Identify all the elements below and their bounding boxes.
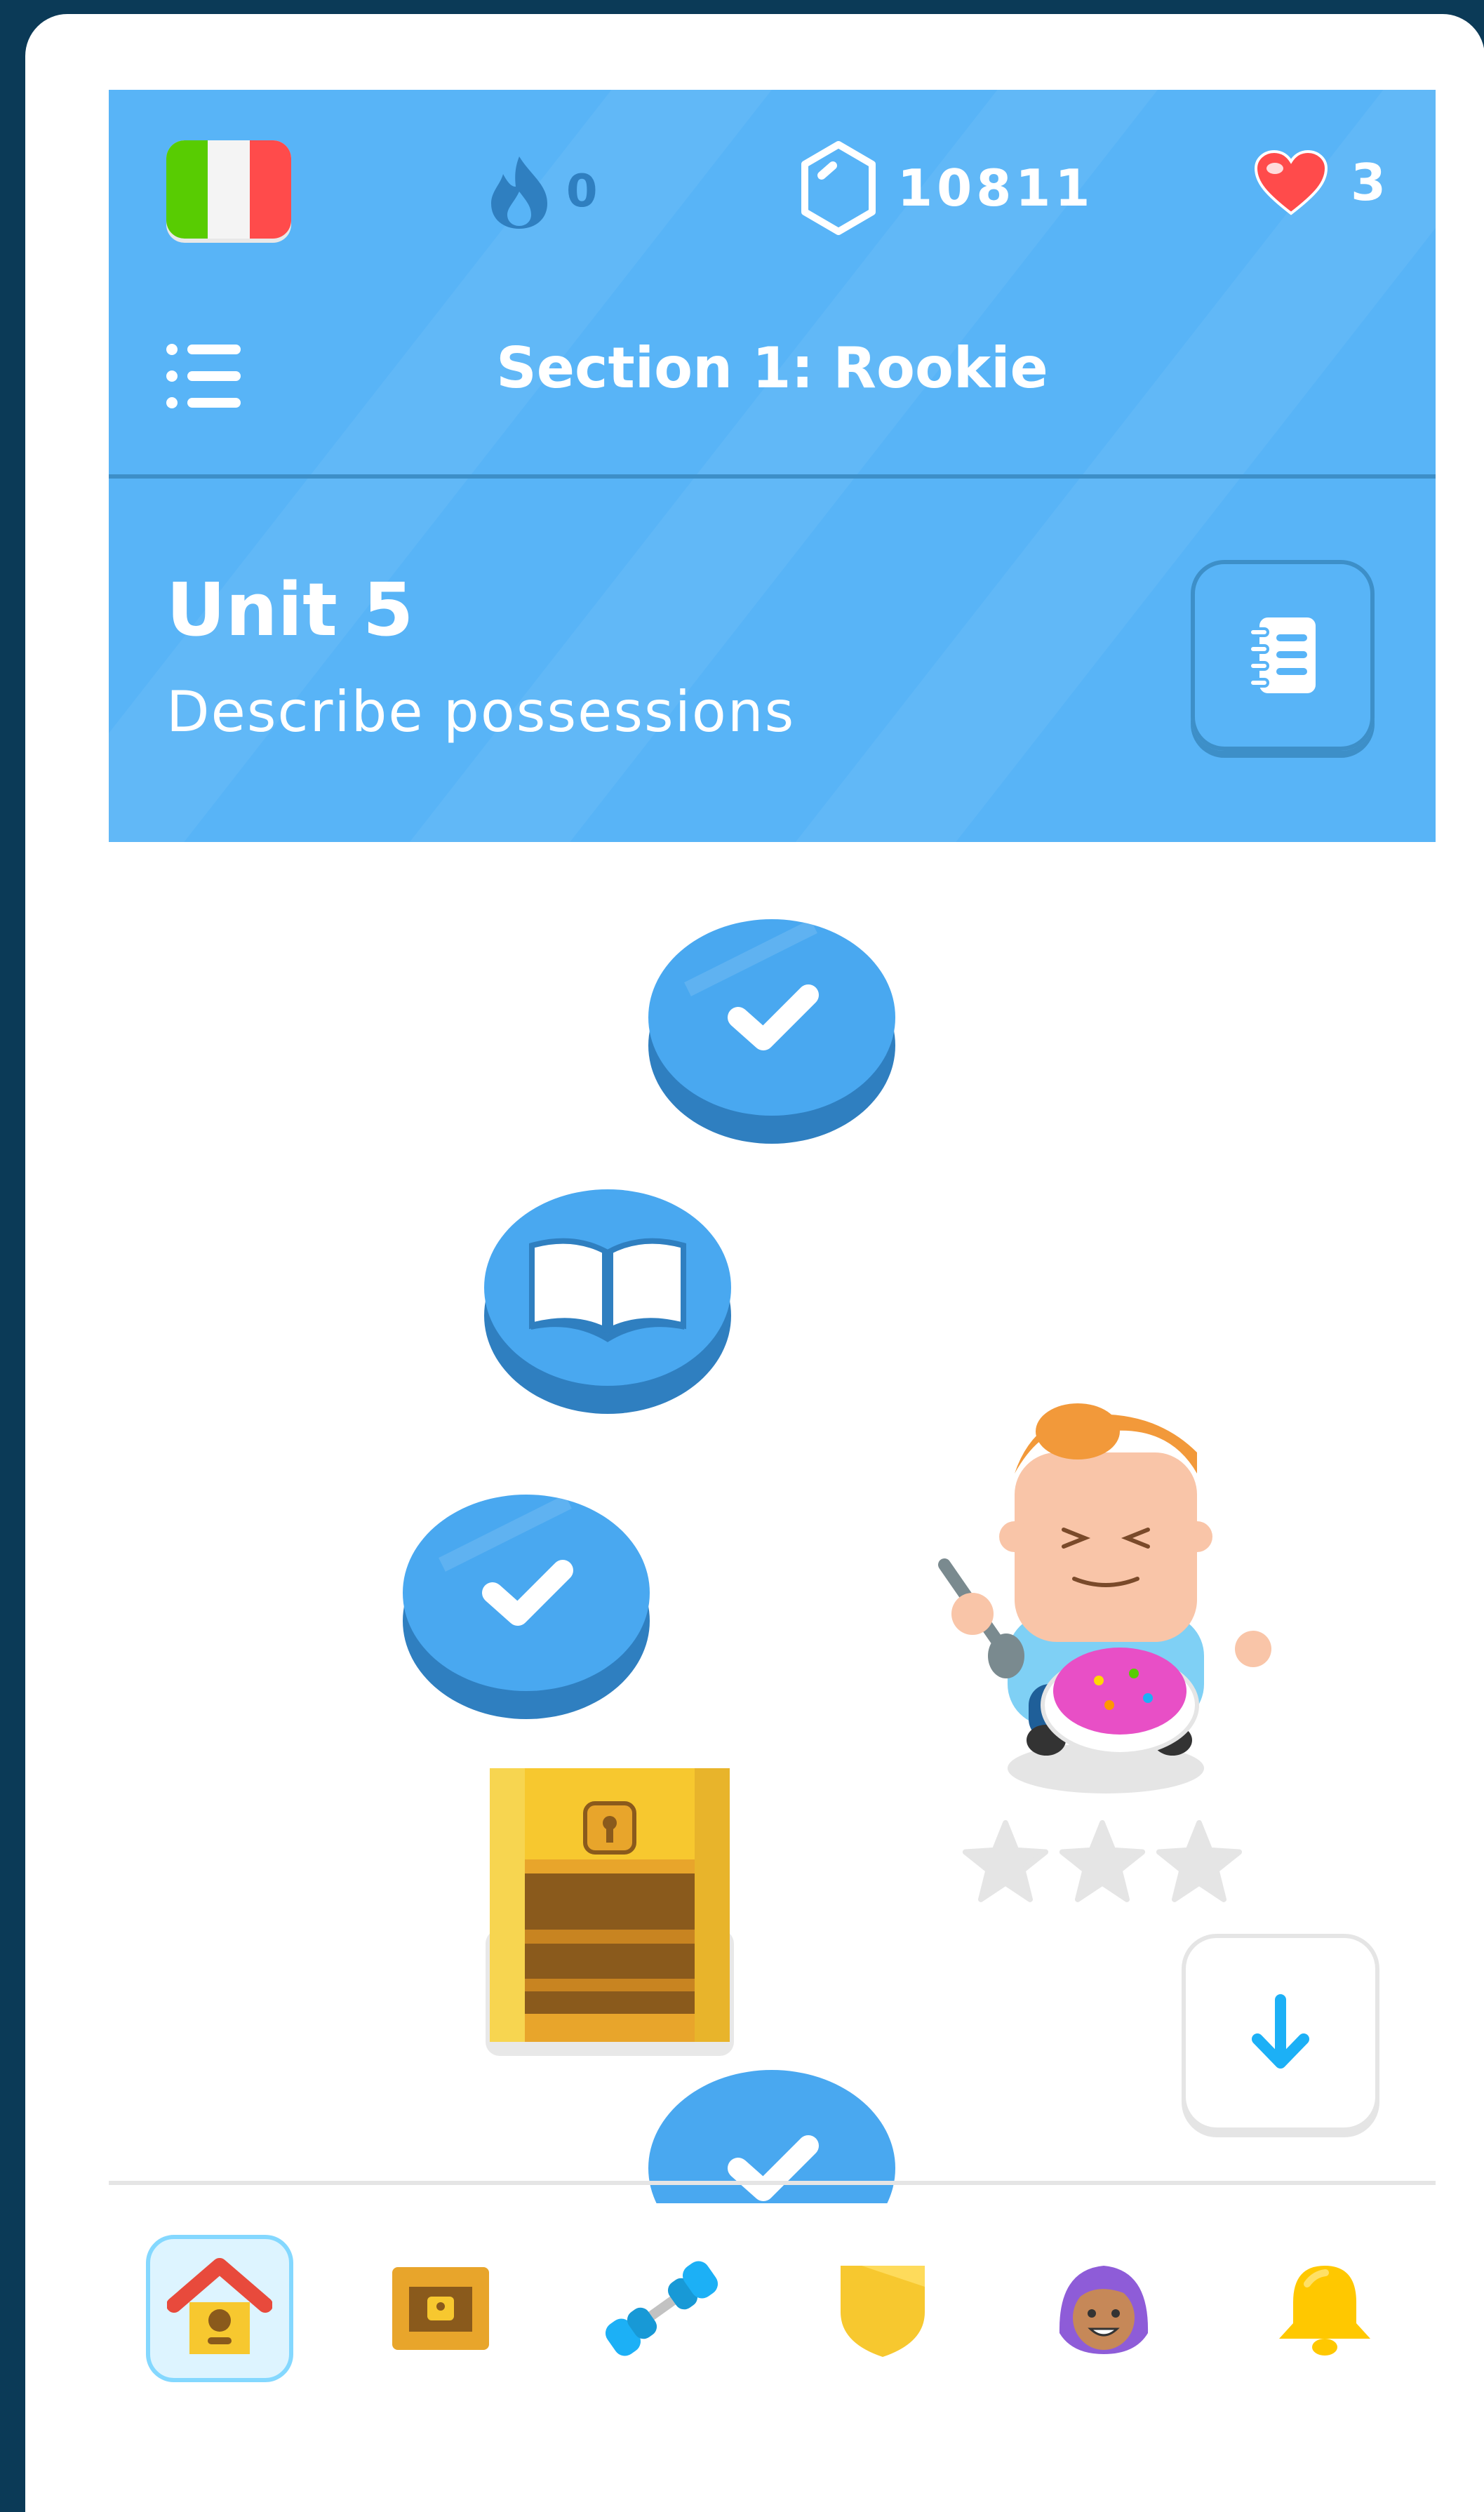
unit-stars [960,1817,1245,1909]
streak-counter[interactable]: 0 [488,153,602,230]
avatar-icon [1059,2266,1149,2354]
hearts-count: 3 [1351,153,1391,212]
heart-icon [1254,149,1328,215]
bell-icon [1279,2266,1371,2356]
arrow-down-icon [1252,1994,1309,2069]
scroll-down-button[interactable] [1182,1934,1379,2132]
gems-counter[interactable]: 10811 [796,139,1095,237]
star-icon [1059,1819,1146,1902]
dumbbell-icon [605,2261,718,2356]
story-node[interactable] [481,1182,734,1421]
gems-count: 10811 [897,159,1095,218]
nav-practice[interactable] [588,2235,735,2382]
star-icon [1156,1819,1243,1902]
unit-header: 0 10811 3 Section 1: Rookie Unit 5 Descr… [109,90,1436,842]
character-eating-icon [938,1403,1271,1793]
notebook-icon [1248,617,1316,693]
nav-notifications[interactable] [1251,2235,1398,2382]
lesson-node-2[interactable] [400,1488,653,1726]
nav-chest[interactable] [367,2235,514,2382]
language-flag-button[interactable] [166,140,291,239]
app-screen: 0 10811 3 Section 1: Rookie Unit 5 Descr… [25,14,1484,2512]
flame-icon [491,156,547,229]
shield-icon [841,2266,925,2357]
hearts-counter[interactable]: 3 [1252,149,1390,216]
nav-home[interactable] [145,2235,293,2382]
lesson-node-1[interactable] [646,912,898,1151]
book-icon [529,1238,686,1342]
nav-divider [109,2181,1436,2185]
home-icon [166,2258,272,2354]
header-divider [109,474,1436,479]
guidebook-button[interactable] [1191,560,1375,751]
bottom-nav [109,2217,1436,2400]
chest-icon [392,2267,489,2350]
unit-subtitle: Describe possessions [166,679,796,744]
section-title[interactable]: Section 1: Rookie [109,335,1436,401]
nav-profile[interactable] [1030,2235,1177,2382]
gem-icon [801,141,876,235]
unit-title: Unit 5 [166,567,414,653]
treasure-chest-icon[interactable] [480,1761,740,2056]
nav-leagues[interactable] [809,2235,956,2382]
star-icon [962,1819,1049,1902]
streak-count: 0 [566,166,602,218]
